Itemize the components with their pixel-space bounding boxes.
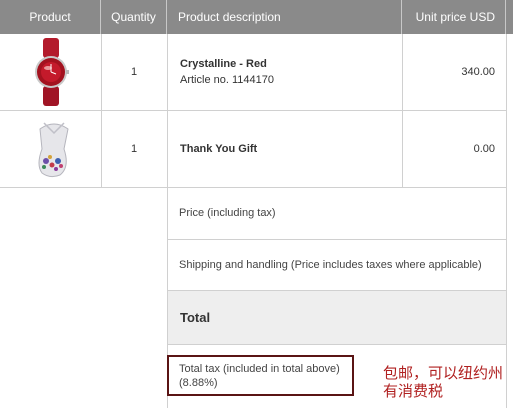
header-unit-price: Unit price USD [402,0,506,34]
total-tax-label-line2: (8.88%) [179,377,218,389]
shipping-handling-label: Shipping and handling (Price includes ta… [179,259,482,271]
grid-line [506,34,507,408]
total-label: Total [180,310,211,325]
header-product: Product [0,0,101,34]
product-name[interactable]: Crystalline - Red [180,58,267,70]
red-watch-image[interactable] [24,38,78,106]
table-row: 1 Thank You Gift 0.00 [0,111,506,187]
row-price: 340.00 [461,66,495,78]
annotation-note: 包邮，可以纽约州 有消费税 [383,364,513,400]
summary-divider [167,239,507,240]
gift-bag-image[interactable] [30,115,78,181]
total-tax-label-line1: Total tax (included in total above) [179,363,340,375]
product-name[interactable]: Thank You Gift [180,143,257,155]
row-quantity: 1 [130,66,138,78]
table-row: 1 Crystalline - Red Article no. 1144170 … [0,34,506,110]
article-number: Article no. 1144170 [180,74,274,86]
row-quantity: 1 [130,143,138,155]
summary-divider [167,344,507,345]
total-row [168,291,506,344]
row-divider [0,187,507,188]
total-tax-label: Total tax (included in total above) (8.8… [179,362,340,390]
header-quantity: Quantity [101,0,167,34]
annotation-line2: 有消费税 [383,382,444,400]
annotation-line1: 包邮，可以纽约州 [383,364,504,382]
header-edge [506,0,513,34]
row-price: 0.00 [473,143,495,155]
price-including-tax-label: Price (including tax) [179,207,276,219]
header-description: Product description [167,0,402,34]
